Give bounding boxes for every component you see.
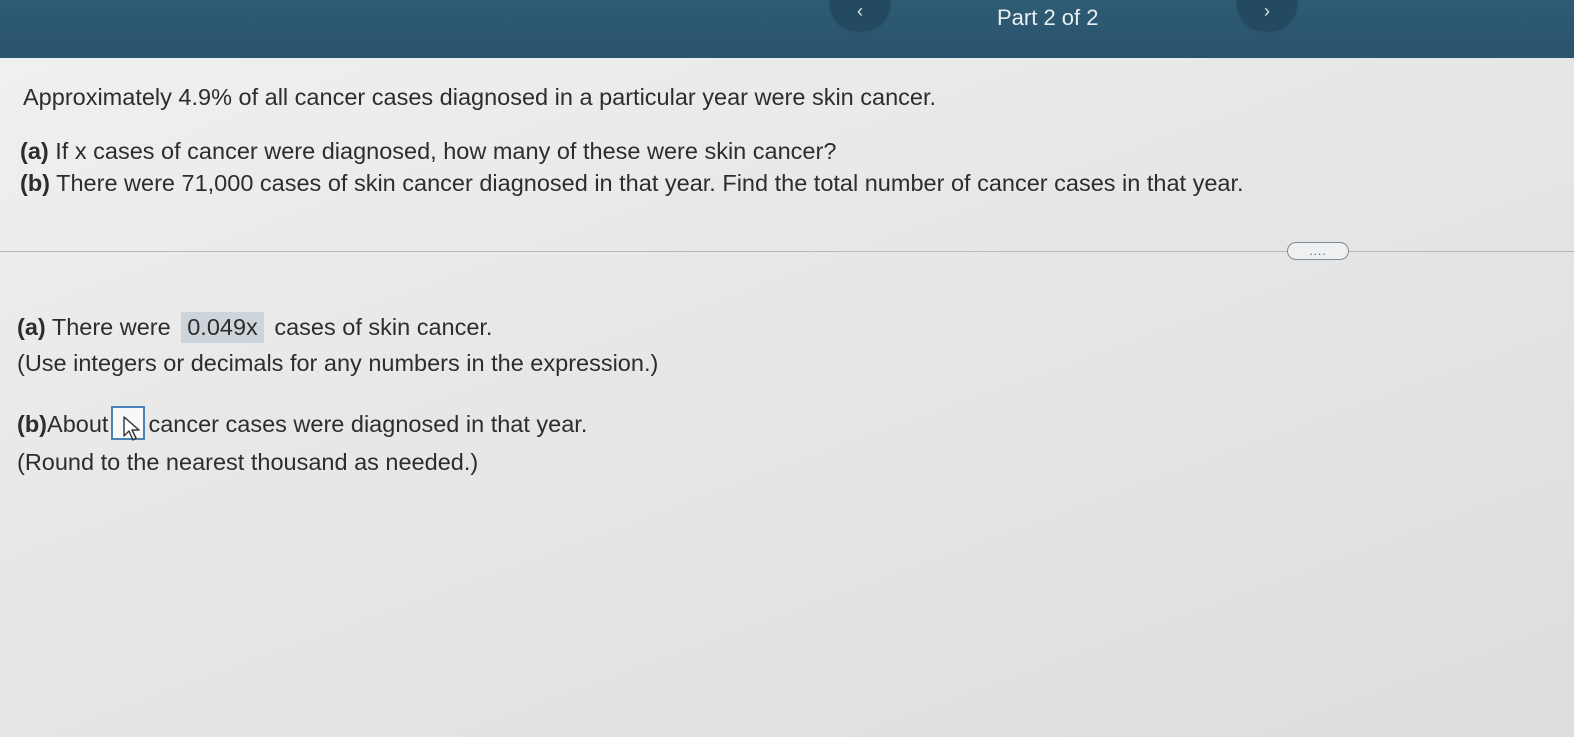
part-indicator: Part 2 of 2: [997, 5, 1099, 30]
question-part-a-text: If x cases of cancer were diagnosed, how…: [55, 138, 837, 164]
ellipsis-icon: ....: [1309, 244, 1327, 258]
chevron-right-icon: ›: [1264, 1, 1270, 21]
answer-part-b-suffix: cancer cases were diagnosed in that year…: [148, 411, 588, 437]
question-part-a: (a) If x cases of cancer were diagnosed,…: [20, 138, 836, 165]
question-part-b-text: There were 71,000 cases of skin cancer d…: [56, 170, 1244, 196]
more-options-button[interactable]: ....: [1287, 242, 1349, 260]
mouse-pointer-icon: [123, 416, 141, 441]
question-part-b: (b) There were 71,000 cases of skin canc…: [20, 170, 1244, 197]
question-part-a-label: (a): [20, 138, 49, 164]
answer-part-a-prefix: There were: [51, 314, 171, 340]
answer-part-b-input[interactable]: [111, 405, 146, 441]
question-part-b-label: (b): [20, 170, 51, 196]
top-bar: ‹ Part 2 of 2 ›: [0, 0, 1574, 58]
problem-statement: Approximately 4.9% of all cancer cases d…: [23, 84, 937, 110]
answer-part-a-suffix: cases of skin cancer.: [274, 314, 493, 340]
next-part-button[interactable]: ›: [1237, 0, 1297, 30]
answer-part-a-hint: (Use integers or decimals for any number…: [17, 350, 659, 376]
answer-part-b-prefix: About: [47, 411, 109, 437]
answer-part-a-value[interactable]: 0.049x: [181, 312, 264, 343]
answer-part-b-hint: (Round to the nearest thousand as needed…: [17, 449, 479, 475]
answer-part-b-label: (b): [17, 411, 48, 437]
answer-part-a: (a) There were 0.049x cases of skin canc…: [17, 312, 492, 343]
answer-part-b: (b)About cancer cases were diagnosed in t…: [17, 405, 588, 441]
chevron-left-icon: ‹: [857, 1, 863, 21]
previous-part-button[interactable]: ‹: [830, 0, 890, 30]
answer-part-a-label: (a): [17, 314, 46, 340]
